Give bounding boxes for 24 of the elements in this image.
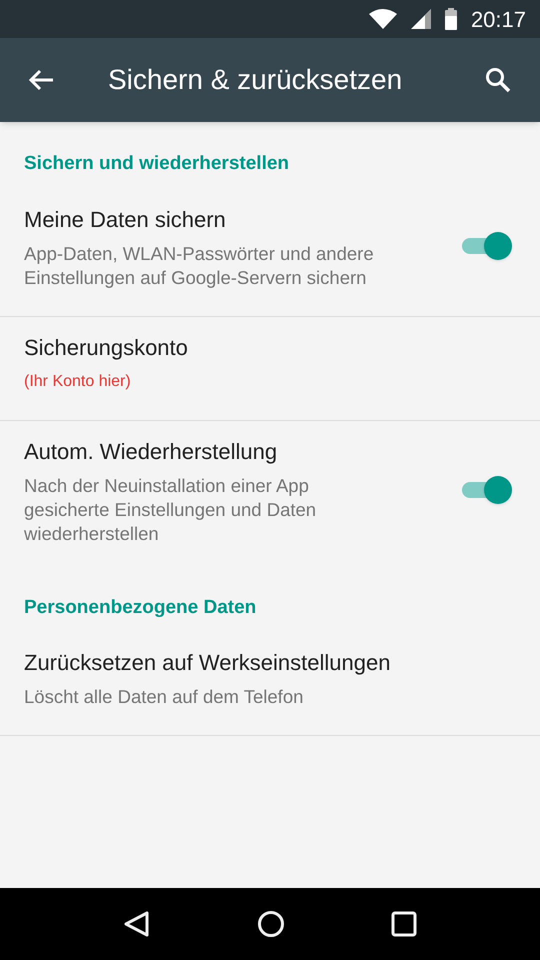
section-header: Sichern und wiederherstellen [23,152,290,176]
home-nav-button[interactable] [257,910,285,938]
setting-title[interactable]: Zurücksetzen auf Werkseinstellungen [24,646,512,685]
recents-nav-button[interactable] [391,911,417,937]
square-icon [391,911,417,937]
back-arrow-icon [29,69,55,91]
setting-description: (Ihr Konto hier) [24,372,132,392]
back-triangle-icon [123,910,151,938]
setting-title[interactable]: Meine Daten sichern [24,202,456,242]
battery-icon [444,8,457,30]
status-time: 20:17 [470,6,526,34]
section-header: Personenbezogene Daten [23,596,258,620]
setting-title[interactable]: Autom. Wiederherstellung [24,434,456,474]
setting-description: Löscht alle Daten auf dem Telefon [24,685,304,709]
setting-description: App-Daten, WLAN-Passwörter und andere Einstellungen auf Google-Servern sichern [24,242,375,290]
home-circle-icon [257,910,285,938]
setting-description: Nach der Neuinstallation einer App gesicherte Einstellungen und Daten wiederherstellen [24,474,318,546]
setting-title[interactable]: Sicherungskonto [24,330,512,370]
search-button[interactable] [484,66,512,94]
signal-icon [410,9,431,29]
toolbar-title: Sichern & zurücksetzen [108,63,404,97]
back-nav-button[interactable] [123,910,151,938]
search-icon [485,67,511,93]
wifi-icon [368,9,397,29]
